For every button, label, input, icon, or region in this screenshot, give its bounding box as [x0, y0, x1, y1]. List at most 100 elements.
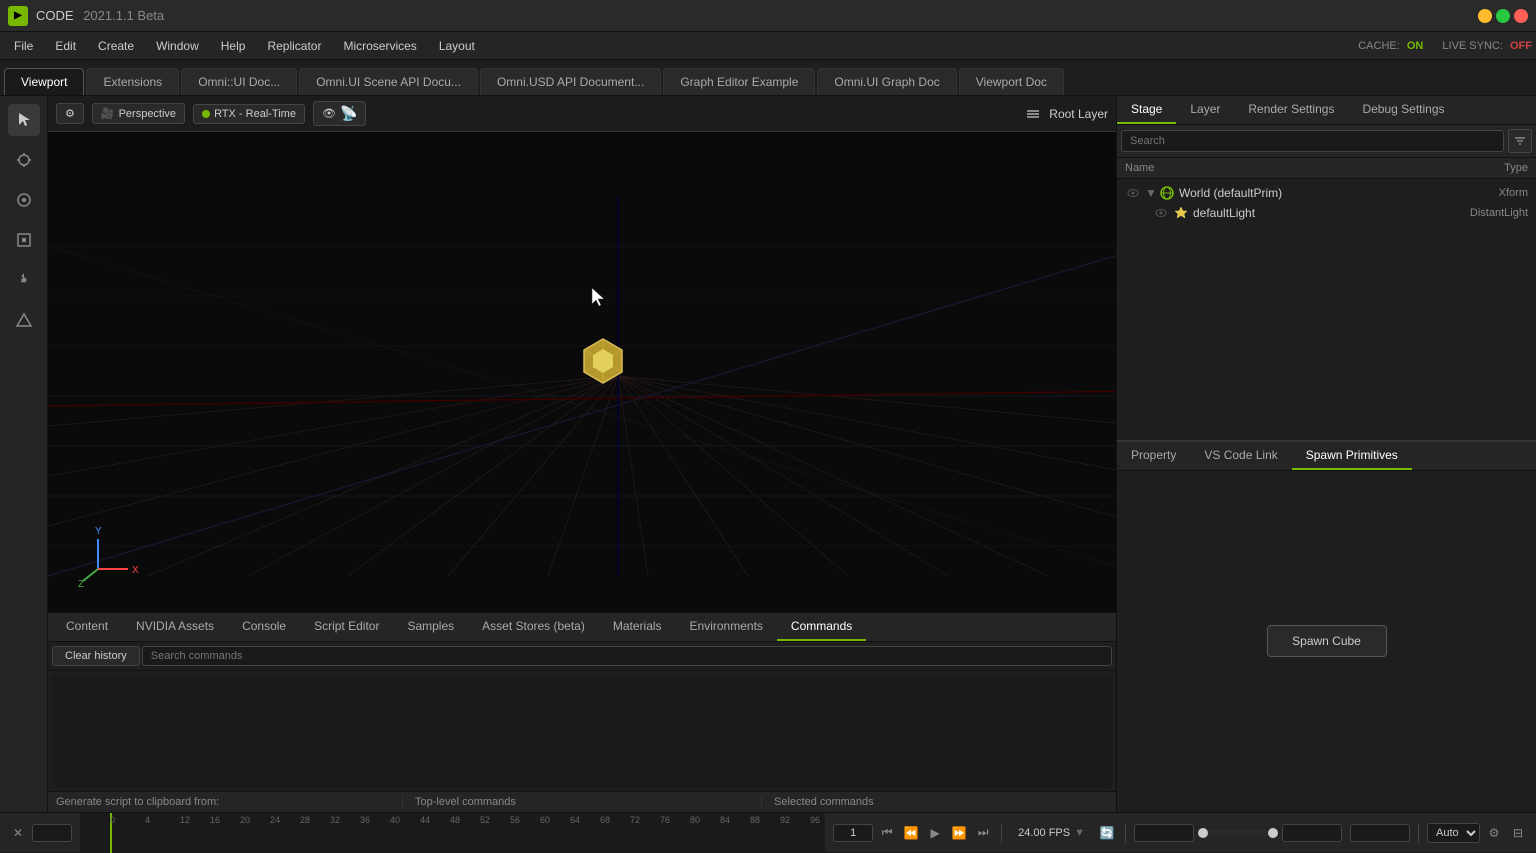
stage-tab-render[interactable]: Render Settings	[1234, 96, 1348, 124]
scale-tool-button[interactable]	[8, 224, 40, 256]
menu-microservices[interactable]: Microservices	[333, 35, 426, 57]
tab-scene-api[interactable]: Omni.UI Scene API Docu...	[299, 68, 478, 95]
viewport-column: ⚙ 🎥 Perspective RTX - Real-Time 👁 📡	[48, 96, 1116, 812]
tab-samples[interactable]: Samples	[393, 613, 468, 641]
frame-back-button[interactable]: ⏮	[877, 823, 897, 843]
broadcast-icon: 📡	[340, 105, 357, 122]
cache-info: CACHE: ON LIVE SYNC: OFF	[1358, 40, 1532, 52]
prop-tab-vscode[interactable]: VS Code Link	[1190, 442, 1291, 470]
close-button[interactable]	[1514, 9, 1528, 23]
stage-search-input[interactable]	[1121, 130, 1504, 152]
auto-select[interactable]: Auto	[1427, 823, 1480, 843]
light-label: defaultLight	[1193, 206, 1408, 220]
world-expand-button[interactable]: ▼	[1145, 186, 1159, 200]
world-visibility-button[interactable]	[1125, 185, 1141, 201]
root-layer-area: Root Layer	[1025, 106, 1108, 122]
minimize-button[interactable]	[1478, 9, 1492, 23]
tab-omniui-doc[interactable]: Omni::UI Doc...	[181, 68, 297, 95]
tab-commands[interactable]: Commands	[777, 613, 866, 641]
frame-end-button[interactable]: ⏭	[973, 823, 993, 843]
broadcast-button[interactable]: 👁 📡	[313, 101, 366, 126]
stage-tab-layer[interactable]: Layer	[1176, 96, 1234, 124]
tree-item-world[interactable]: ▼ World (defaultPrim) Xform	[1121, 183, 1532, 203]
commands-toolbar: Clear history	[48, 642, 1116, 671]
top-level-commands-label: Top-level commands	[402, 796, 749, 808]
viewport[interactable]: ⚙ 🎥 Perspective RTX - Real-Time 👁 📡	[48, 96, 1116, 612]
loop-button[interactable]: 🔄	[1097, 823, 1117, 843]
current-frame-input[interactable]: 1	[32, 824, 72, 842]
rtx-label: RTX - Real-Time	[214, 108, 296, 120]
maximize-button[interactable]	[1496, 9, 1510, 23]
rotate-tool-button[interactable]	[8, 184, 40, 216]
timeline-controls: ✕ 1	[0, 823, 80, 843]
timeline-collapse-button[interactable]: ⊟	[1508, 823, 1528, 843]
tab-materials[interactable]: Materials	[599, 613, 676, 641]
tab-asset-stores[interactable]: Asset Stores (beta)	[468, 613, 599, 641]
layers-icon	[1025, 106, 1041, 122]
stage-name-column-header: Name	[1125, 162, 1408, 174]
filter-button[interactable]	[1508, 129, 1532, 153]
tab-console[interactable]: Console	[228, 613, 300, 641]
range-slider-handle-right[interactable]	[1268, 828, 1278, 838]
generate-script-label: Generate script to clipboard from:	[56, 796, 390, 808]
menu-edit[interactable]: Edit	[45, 35, 86, 57]
tab-viewport-doc[interactable]: Viewport Doc	[959, 68, 1064, 95]
perspective-label: Perspective	[119, 108, 176, 120]
left-toolbar	[0, 96, 48, 812]
stage-tab-stage[interactable]: Stage	[1117, 96, 1176, 124]
right-panel: Stage Layer Render Settings Debug Settin…	[1116, 96, 1536, 812]
prop-tab-spawn[interactable]: Spawn Primitives	[1292, 442, 1412, 470]
stage-search-area	[1117, 125, 1536, 158]
prev-frame-button[interactable]: ⏪	[901, 823, 921, 843]
menu-create[interactable]: Create	[88, 35, 144, 57]
tab-graph-doc[interactable]: Omni.UI Graph Doc	[817, 68, 956, 95]
stage-tabs: Stage Layer Render Settings Debug Settin…	[1117, 96, 1536, 125]
viewport-settings-button[interactable]: ⚙	[56, 103, 84, 124]
range-slider-handle-left[interactable]	[1198, 828, 1208, 838]
tab-viewport[interactable]: Viewport	[4, 68, 84, 95]
transform-tool-button[interactable]	[8, 144, 40, 176]
separator	[1001, 823, 1002, 843]
separator2	[1125, 823, 1126, 843]
menu-replicator[interactable]: Replicator	[257, 35, 331, 57]
frame-start-input[interactable]	[833, 824, 873, 842]
tab-graph-editor[interactable]: Graph Editor Example	[663, 68, 815, 95]
range-start-input[interactable]: 0	[1134, 824, 1194, 842]
tab-script-editor[interactable]: Script Editor	[300, 613, 393, 641]
menu-window[interactable]: Window	[146, 35, 209, 57]
spawn-cube-button[interactable]: Spawn Cube	[1267, 625, 1387, 657]
camera-icon: 🎥	[101, 107, 115, 120]
rtx-button[interactable]: RTX - Real-Time	[193, 104, 305, 124]
clear-history-button[interactable]: Clear history	[52, 646, 140, 666]
range-slider[interactable]	[1198, 830, 1278, 836]
tab-nvidia-assets[interactable]: NVIDIA Assets	[122, 613, 228, 641]
range-end-input2[interactable]: 100	[1350, 824, 1410, 842]
world-icon	[1159, 185, 1175, 201]
bottom-panel: Content NVIDIA Assets Console Script Edi…	[48, 612, 1116, 812]
timeline-settings-button[interactable]: ⚙	[1484, 823, 1504, 843]
menu-help[interactable]: Help	[211, 35, 256, 57]
perspective-button[interactable]: 🎥 Perspective	[92, 103, 185, 124]
light-icon	[1173, 205, 1189, 221]
light-visibility-button[interactable]	[1153, 205, 1169, 221]
snap-tool-button[interactable]	[8, 304, 40, 336]
select-tool-button[interactable]	[8, 104, 40, 136]
prop-tab-property[interactable]: Property	[1117, 442, 1190, 470]
tree-item-defaultlight[interactable]: defaultLight DistantLight	[1121, 203, 1532, 223]
timeline-ruler[interactable]: 0 4 12 16 20 24 28 32 36 40 44 48 52 56 …	[80, 813, 825, 853]
tab-content[interactable]: Content	[52, 613, 122, 641]
menu-file[interactable]: File	[4, 35, 43, 57]
tab-usd-api[interactable]: Omni.USD API Document...	[480, 68, 661, 95]
tab-environments[interactable]: Environments	[676, 613, 777, 641]
menubar: File Edit Create Window Help Replicator …	[0, 32, 1536, 60]
tab-extensions[interactable]: Extensions	[86, 68, 179, 95]
next-frame-button[interactable]: ⏩	[949, 823, 969, 843]
menu-layout[interactable]: Layout	[429, 35, 485, 57]
move-tool-button[interactable]	[8, 264, 40, 296]
range-end-input[interactable]: 100	[1282, 824, 1342, 842]
search-commands-input[interactable]	[142, 646, 1112, 666]
stage-tab-debug[interactable]: Debug Settings	[1348, 96, 1458, 124]
timeline-close-button[interactable]: ✕	[8, 823, 28, 843]
play-button[interactable]: ▶	[925, 823, 945, 843]
rtx-dot	[202, 110, 210, 118]
